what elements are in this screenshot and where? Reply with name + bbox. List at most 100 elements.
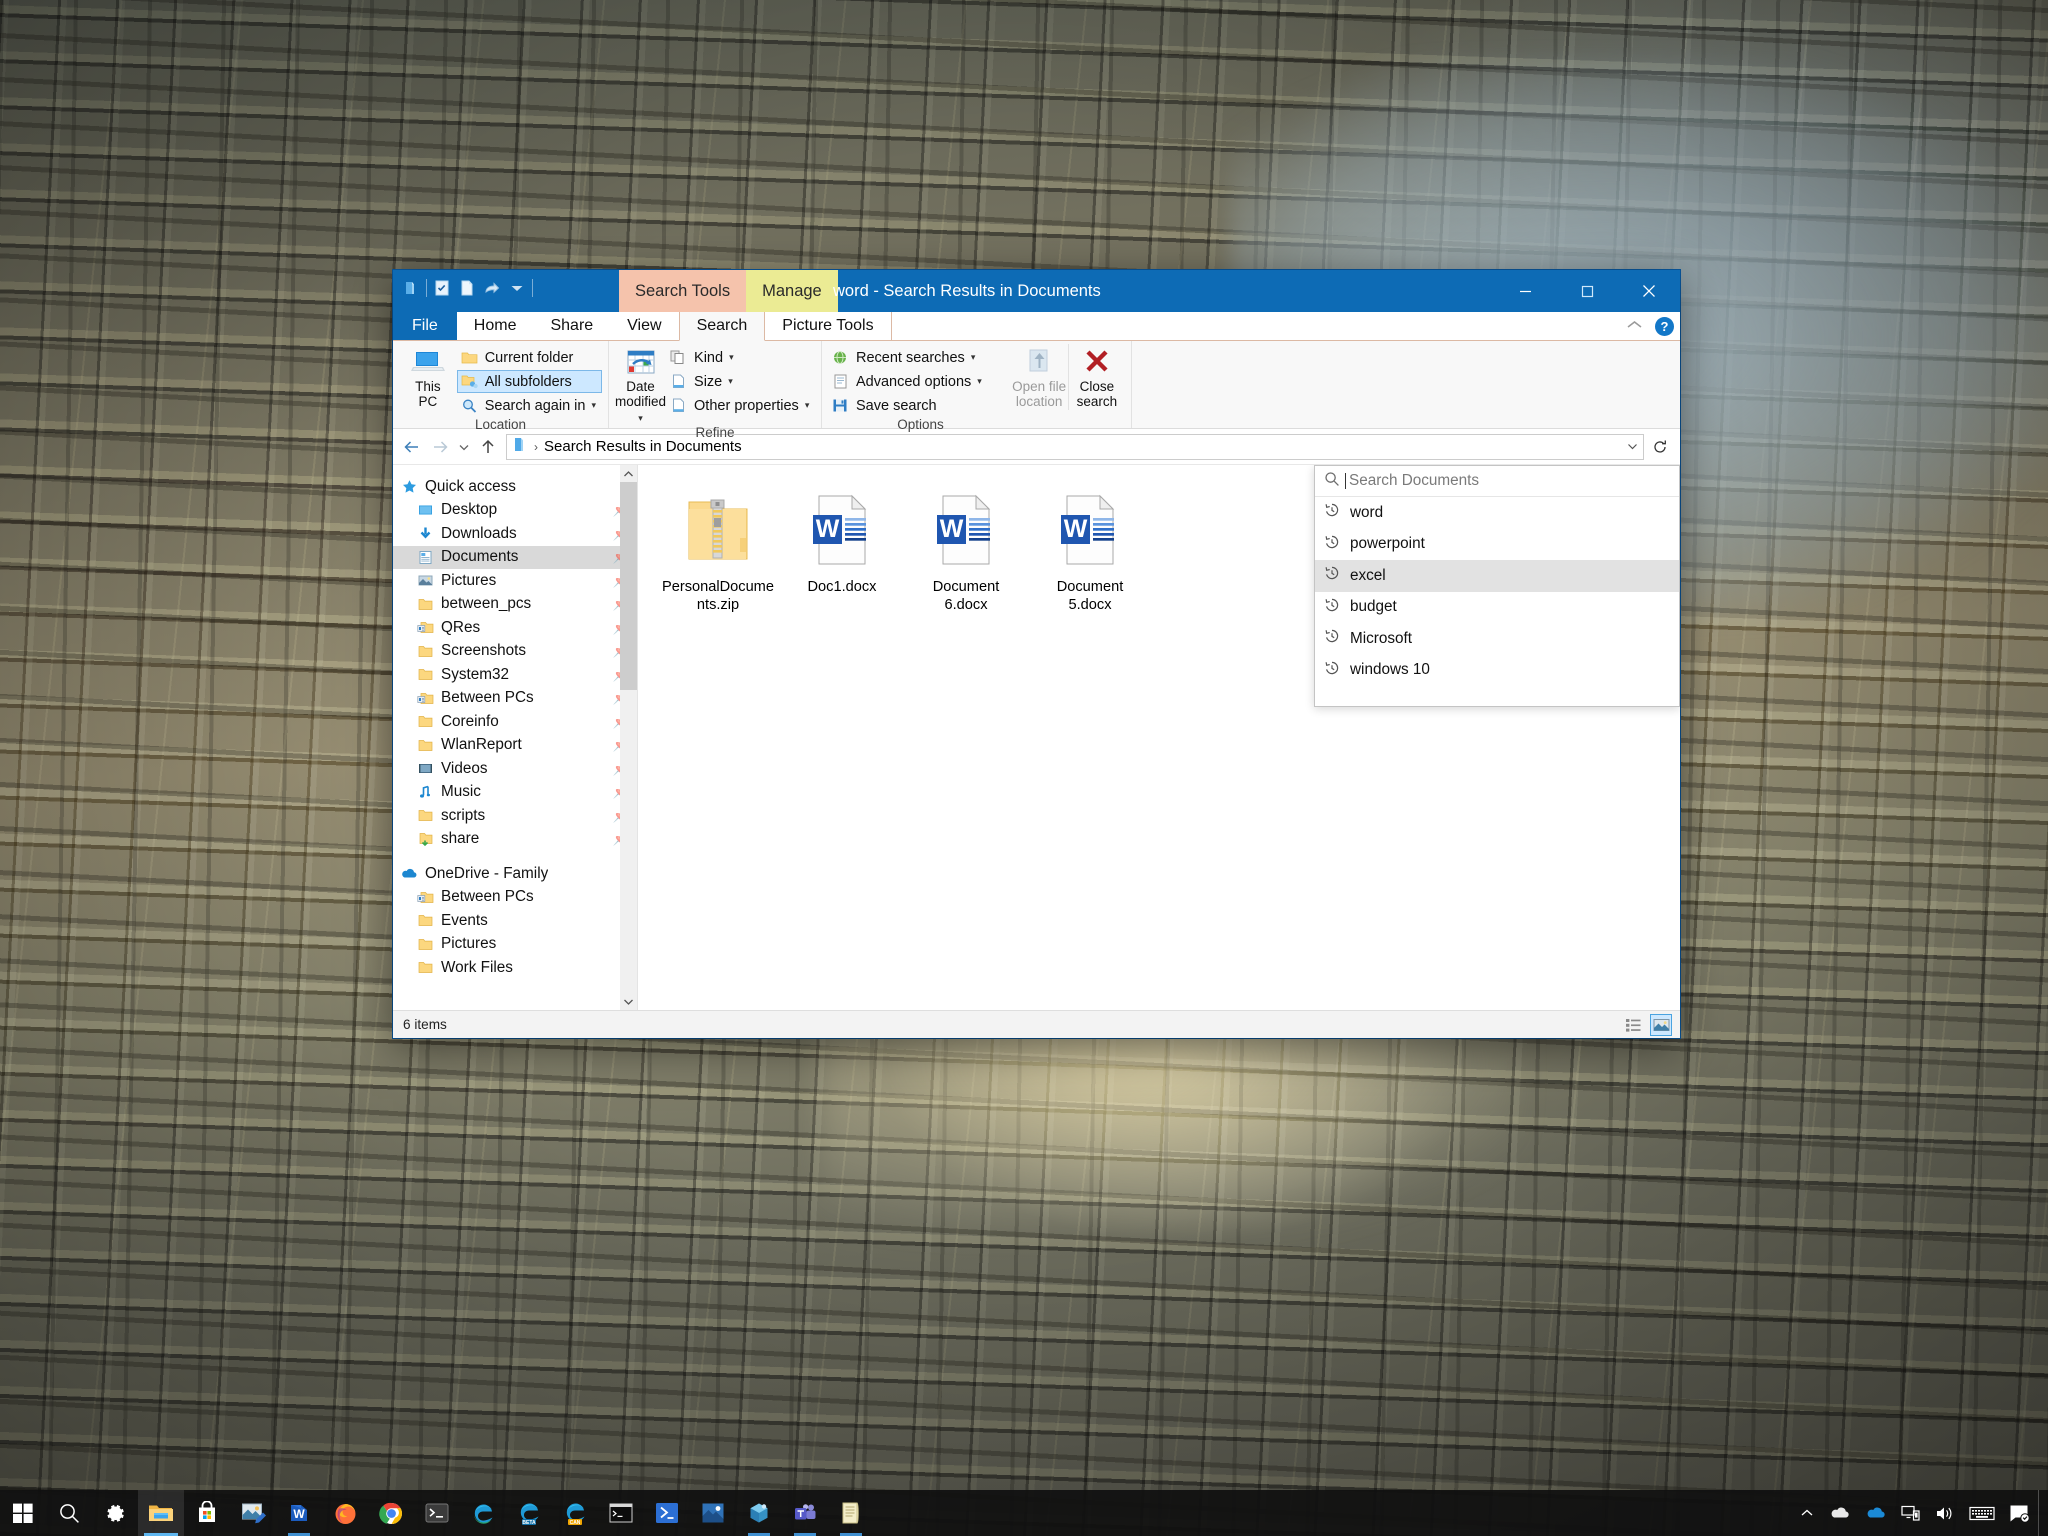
- sidebar-item-screenshots[interactable]: Screenshots 📌: [393, 640, 637, 664]
- refresh-button[interactable]: [1646, 434, 1674, 460]
- sidebar-item-events[interactable]: Events: [393, 909, 637, 933]
- search-history-item[interactable]: windows 10: [1315, 655, 1679, 687]
- notepad-button[interactable]: [828, 1490, 874, 1536]
- search-history-item[interactable]: budget: [1315, 592, 1679, 624]
- 3d-viewer-button[interactable]: [736, 1490, 782, 1536]
- sidebar-item-onedrive-between-pcs[interactable]: Between PCs: [393, 886, 637, 910]
- sidebar-item-wlanreport[interactable]: WlanReport 📌: [393, 734, 637, 758]
- new-folder-icon[interactable]: [457, 278, 477, 298]
- tab-picture-tools[interactable]: Picture Tools: [765, 312, 892, 340]
- start-button[interactable]: [0, 1490, 46, 1536]
- show-desktop-button[interactable]: [2038, 1490, 2044, 1536]
- command-prompt-button[interactable]: [598, 1490, 644, 1536]
- save-search-button[interactable]: Save search: [828, 394, 1011, 417]
- action-center-button[interactable]: [2002, 1490, 2038, 1536]
- search-history-item[interactable]: excel: [1315, 560, 1679, 592]
- search-input[interactable]: Search Documents: [1315, 466, 1679, 497]
- window-controls[interactable]: [1494, 270, 1680, 312]
- sidebar-item-qres[interactable]: QRes 📌: [393, 616, 637, 640]
- powershell-button[interactable]: [644, 1490, 690, 1536]
- file-item[interactable]: W Doc1.docx: [780, 481, 904, 623]
- quick-access-toolbar[interactable]: [401, 274, 533, 302]
- onedrive-personal-icon[interactable]: [1822, 1490, 1858, 1536]
- forward-button[interactable]: [427, 434, 453, 460]
- back-button[interactable]: [399, 434, 425, 460]
- sidebar-item-between-pcs-lower[interactable]: between_pcs 📌: [393, 593, 637, 617]
- desktop[interactable]: Search Tools Manage word - Search Result…: [0, 0, 2048, 1536]
- sidebar-item-onedrive-family[interactable]: OneDrive - Family: [393, 862, 637, 886]
- touch-keyboard-button[interactable]: [1962, 1490, 2002, 1536]
- search-suggestions-panel[interactable]: Search Documents word powerpoint excel b…: [1314, 465, 1680, 707]
- scroll-down-button[interactable]: [620, 993, 637, 1010]
- close-search-button[interactable]: Close search: [1067, 344, 1125, 410]
- minimize-button[interactable]: [1494, 270, 1556, 312]
- refine-options[interactable]: Kind ▾ Size ▾ Other properties ▾: [666, 344, 815, 417]
- network-icon[interactable]: [1894, 1490, 1928, 1536]
- recent-locations-button[interactable]: [455, 434, 473, 460]
- options-list[interactable]: Recent searches ▾ Advanced options ▾ Sav…: [828, 344, 1011, 417]
- view-buttons[interactable]: [1622, 1011, 1672, 1038]
- size-button[interactable]: Size ▾: [666, 370, 815, 393]
- all-subfolders-button[interactable]: All subfolders: [456, 370, 602, 393]
- scrollbar-thumb[interactable]: [620, 482, 637, 690]
- large-icons-view-button[interactable]: [1650, 1013, 1672, 1036]
- sidebar-item-desktop[interactable]: Desktop 📌: [393, 499, 637, 523]
- photos-button[interactable]: [230, 1490, 276, 1536]
- file-explorer-button[interactable]: [138, 1490, 184, 1536]
- sidebar-item-coreinfo[interactable]: Coreinfo 📌: [393, 710, 637, 734]
- firefox-button[interactable]: [322, 1490, 368, 1536]
- other-properties-button[interactable]: Other properties ▾: [666, 394, 815, 417]
- share-icon[interactable]: [482, 278, 502, 298]
- sidebar-item-pictures[interactable]: Pictures 📌: [393, 569, 637, 593]
- sidebar-item-quick-access[interactable]: Quick access: [393, 475, 637, 499]
- tab-home[interactable]: Home: [457, 312, 534, 340]
- maximize-button[interactable]: [1556, 270, 1618, 312]
- search-again-in-button[interactable]: Search again in ▾: [457, 394, 602, 417]
- sidebar-item-onedrive-pictures[interactable]: Pictures: [393, 933, 637, 957]
- file-item[interactable]: PersonalDocuments.zip: [656, 481, 780, 623]
- edge-canary-button[interactable]: CAN: [552, 1490, 598, 1536]
- date-modified-button[interactable]: Date modified ▾: [615, 344, 666, 425]
- terminal-button[interactable]: [414, 1490, 460, 1536]
- sidebar-item-documents[interactable]: Documents 📌: [393, 545, 637, 569]
- edge-beta-button[interactable]: BETA: [506, 1490, 552, 1536]
- title-bar[interactable]: Search Tools Manage word - Search Result…: [393, 270, 1680, 312]
- ribbon-tab-right-controls[interactable]: ?: [1626, 312, 1674, 340]
- search-history-item[interactable]: Microsoft: [1315, 623, 1679, 655]
- current-folder-button[interactable]: Current folder: [457, 346, 602, 369]
- ribbon-tab-strip[interactable]: File Home Share View Search Picture Tool…: [393, 312, 1680, 341]
- settings-button[interactable]: [92, 1490, 138, 1536]
- sidebar-item-downloads[interactable]: Downloads 📌: [393, 522, 637, 546]
- search-history-item[interactable]: word: [1315, 497, 1679, 529]
- location-options[interactable]: Current folder All subfolders Search aga…: [456, 344, 602, 417]
- content-pane[interactable]: PersonalDocuments.zip W Doc1.docx W Docu…: [638, 465, 1680, 1010]
- properties-icon[interactable]: [432, 278, 452, 298]
- this-pc-button[interactable]: This PC: [399, 344, 457, 410]
- tab-search[interactable]: Search: [678, 312, 766, 341]
- file-item[interactable]: W Document 6.docx: [904, 481, 1028, 623]
- close-button[interactable]: [1618, 270, 1680, 312]
- ribbon-body[interactable]: This PC Current folder All subfolders Se…: [393, 341, 1680, 440]
- recent-searches-button[interactable]: Recent searches ▾: [828, 346, 1011, 369]
- word-button[interactable]: W: [276, 1490, 322, 1536]
- photo-viewer-button[interactable]: [690, 1490, 736, 1536]
- tab-file[interactable]: File: [393, 312, 457, 340]
- edge-button[interactable]: [460, 1490, 506, 1536]
- sidebar-item-system32[interactable]: System32 📌: [393, 663, 637, 687]
- onedrive-family-icon[interactable]: [1858, 1490, 1894, 1536]
- sidebar-item-work-files[interactable]: Work Files: [393, 956, 637, 980]
- navigation-pane[interactable]: Quick access Desktop 📌 Downloads 📌 Docum…: [393, 465, 638, 1010]
- chevron-up-icon[interactable]: [1626, 317, 1643, 336]
- teams-button[interactable]: [782, 1490, 828, 1536]
- volume-icon[interactable]: [1928, 1490, 1962, 1536]
- sidebar-item-scripts[interactable]: scripts 📌: [393, 804, 637, 828]
- microsoft-store-button[interactable]: [184, 1490, 230, 1536]
- details-view-button[interactable]: [1622, 1014, 1644, 1036]
- system-tray[interactable]: [1792, 1490, 2048, 1536]
- search-button[interactable]: [46, 1490, 92, 1536]
- explorer-icon[interactable]: [401, 278, 421, 298]
- sidebar-item-music[interactable]: Music 📌: [393, 781, 637, 805]
- open-file-location-button[interactable]: Open file location: [1011, 344, 1068, 410]
- advanced-options-button[interactable]: Advanced options ▾: [828, 370, 1011, 393]
- chrome-button[interactable]: [368, 1490, 414, 1536]
